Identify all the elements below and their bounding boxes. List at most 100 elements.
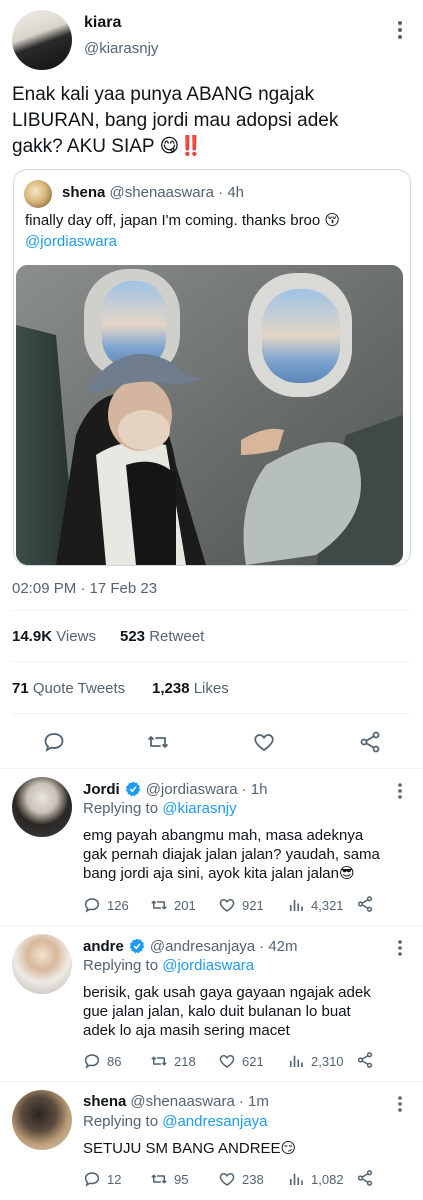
quoted-time: · 4h bbox=[218, 184, 245, 201]
reply-text: SETUJU SM BANG ANDREE😏 bbox=[83, 1139, 403, 1158]
like-count-value: 238 bbox=[242, 1171, 264, 1187]
reply-text-line: gue jalan jalan, kalo duit bulanan lo bu… bbox=[83, 1003, 351, 1020]
jordi-avatar[interactable] bbox=[12, 777, 72, 837]
replying-to-link[interactable]: @andresanjaya bbox=[162, 1113, 267, 1130]
quotes-count: 71 bbox=[12, 680, 29, 697]
replying-prefix: Replying to bbox=[83, 800, 159, 817]
reply-author-name[interactable]: Jordi bbox=[83, 781, 120, 798]
reply-count[interactable]: 126 bbox=[83, 896, 129, 914]
divider bbox=[0, 925, 423, 926]
reply-text: berisik, gak usah gaya gayaan ngajak ade… bbox=[83, 983, 403, 1040]
verified-badge-icon bbox=[129, 938, 145, 954]
author-handle[interactable]: @kiarasnjy bbox=[84, 40, 158, 57]
reply-time: · 1h bbox=[241, 780, 268, 798]
replying-to: Replying to @kiarasnjy bbox=[83, 800, 237, 817]
replying-to: Replying to @andresanjaya bbox=[83, 1113, 268, 1130]
retweet-icon bbox=[151, 1174, 167, 1184]
more-icon[interactable] bbox=[392, 1094, 408, 1119]
likes-label: Likes bbox=[193, 680, 229, 697]
views-stat: 14.9K Views bbox=[12, 628, 96, 645]
views-icon bbox=[289, 1055, 303, 1067]
replying-to: Replying to @jordiaswara bbox=[83, 957, 254, 974]
replying-to-link[interactable]: @jordiaswara bbox=[162, 957, 254, 974]
views-count-value: 2,310 bbox=[311, 1053, 344, 1069]
reply-text-line: emg payah abangmu mah, masa adeknya bbox=[83, 827, 364, 844]
tweet-timestamp[interactable]: 02:09 PM · 17 Feb 23 bbox=[12, 580, 157, 597]
share-icon[interactable] bbox=[356, 1169, 374, 1192]
reply-text-line: bang jordi aja sini, ayok kita jalan jal… bbox=[83, 865, 355, 882]
author-name[interactable]: kiara bbox=[84, 14, 121, 32]
likes-stat[interactable]: 1,238 Likes bbox=[152, 680, 229, 697]
views-icon bbox=[289, 1173, 303, 1185]
reply-count-value: 86 bbox=[107, 1053, 122, 1069]
like-count-value: 921 bbox=[242, 897, 264, 913]
more-icon[interactable] bbox=[392, 781, 408, 806]
replying-prefix: Replying to bbox=[83, 1113, 159, 1130]
like-count[interactable]: 238 bbox=[218, 1170, 264, 1188]
reply-icon bbox=[84, 1054, 100, 1069]
reply-icon bbox=[84, 898, 100, 913]
reply-count[interactable]: 86 bbox=[83, 1052, 121, 1070]
more-icon[interactable] bbox=[392, 18, 408, 47]
reply-author-handle[interactable]: @andresanjaya bbox=[150, 938, 255, 955]
retweet-count[interactable]: 201 bbox=[150, 896, 196, 914]
divider bbox=[0, 768, 423, 769]
views-count[interactable]: 1,082 bbox=[287, 1170, 344, 1188]
airplane-photo-illustration bbox=[16, 265, 403, 565]
quoted-author-handle: @shenaaswara bbox=[109, 184, 214, 201]
share-icon[interactable] bbox=[356, 1051, 374, 1074]
divider bbox=[0, 1081, 423, 1082]
views-count[interactable]: 2,310 bbox=[287, 1052, 344, 1070]
shena-avatar-small bbox=[24, 180, 52, 208]
reply-time: · 1m bbox=[238, 1093, 269, 1110]
replying-to-link[interactable]: @kiarasnjy bbox=[162, 800, 236, 817]
reply-text-line: berisik, gak usah gaya gayaan ngajak ade… bbox=[83, 984, 371, 1001]
tweet-text-line-2: LIBURAN, bang jordi mau adopsi adek bbox=[12, 110, 339, 131]
reply-count[interactable]: 12 bbox=[83, 1170, 121, 1188]
retweet-icon bbox=[151, 900, 167, 910]
like-icon bbox=[219, 898, 235, 912]
andre-avatar[interactable] bbox=[12, 934, 72, 994]
divider bbox=[12, 713, 411, 714]
quoted-mention-link[interactable]: @jordiaswara bbox=[25, 231, 405, 252]
divider bbox=[12, 661, 411, 662]
reply-author-handle[interactable]: @shenaaswara bbox=[130, 1093, 234, 1110]
retweets-stat[interactable]: 523 Retweet bbox=[120, 628, 204, 645]
share-icon[interactable] bbox=[358, 730, 382, 754]
reply-header: Jordi @jordiaswara · 1h bbox=[83, 780, 267, 798]
reply-icon[interactable] bbox=[42, 730, 66, 754]
reply-author-name[interactable]: shena bbox=[83, 1093, 126, 1110]
kiara-avatar[interactable] bbox=[12, 10, 72, 70]
tweet-text-line-3: gakk? AKU SIAP 😋‼️ bbox=[12, 136, 203, 157]
quoted-text-body: finally day off, japan I'm coming. thank… bbox=[25, 212, 341, 229]
reply-time: · 42m bbox=[259, 937, 298, 955]
retweets-count: 523 bbox=[120, 628, 146, 645]
reply-author-name[interactable]: andre bbox=[83, 938, 124, 955]
quoted-tweet-header: shena @shenaaswara · 4h bbox=[62, 184, 244, 201]
reply-header: andre @andresanjaya · 42m bbox=[83, 937, 298, 955]
reply-icon bbox=[84, 1172, 100, 1187]
quotes-stat[interactable]: 71 Quote Tweets bbox=[12, 680, 125, 697]
reply-text-line: adek lo aja masih sering macet bbox=[83, 1022, 290, 1039]
retweet-count[interactable]: 218 bbox=[150, 1052, 196, 1070]
views-count: 14.9K bbox=[12, 628, 53, 645]
like-count-value: 621 bbox=[242, 1053, 264, 1069]
retweets-label: Retweet bbox=[149, 628, 205, 645]
reply-count-value: 126 bbox=[107, 897, 129, 913]
like-count[interactable]: 921 bbox=[218, 896, 264, 914]
retweet-count[interactable]: 95 bbox=[150, 1170, 188, 1188]
like-count[interactable]: 621 bbox=[218, 1052, 264, 1070]
reply-text-line: SETUJU SM BANG ANDREE😏 bbox=[83, 1140, 297, 1157]
views-count[interactable]: 4,321 bbox=[287, 896, 344, 914]
quoted-tweet-text: finally day off, japan I'm coming. thank… bbox=[25, 210, 405, 252]
shena-avatar[interactable] bbox=[12, 1090, 72, 1150]
views-icon bbox=[289, 899, 303, 911]
quoted-photo[interactable] bbox=[16, 265, 403, 565]
retweet-icon[interactable] bbox=[146, 730, 170, 754]
more-icon[interactable] bbox=[392, 938, 408, 963]
like-icon[interactable] bbox=[252, 730, 276, 754]
share-icon[interactable] bbox=[356, 895, 374, 918]
views-label: Views bbox=[56, 628, 96, 645]
reply-author-handle[interactable]: @jordiaswara bbox=[146, 781, 238, 798]
views-count-value: 1,082 bbox=[311, 1171, 344, 1187]
